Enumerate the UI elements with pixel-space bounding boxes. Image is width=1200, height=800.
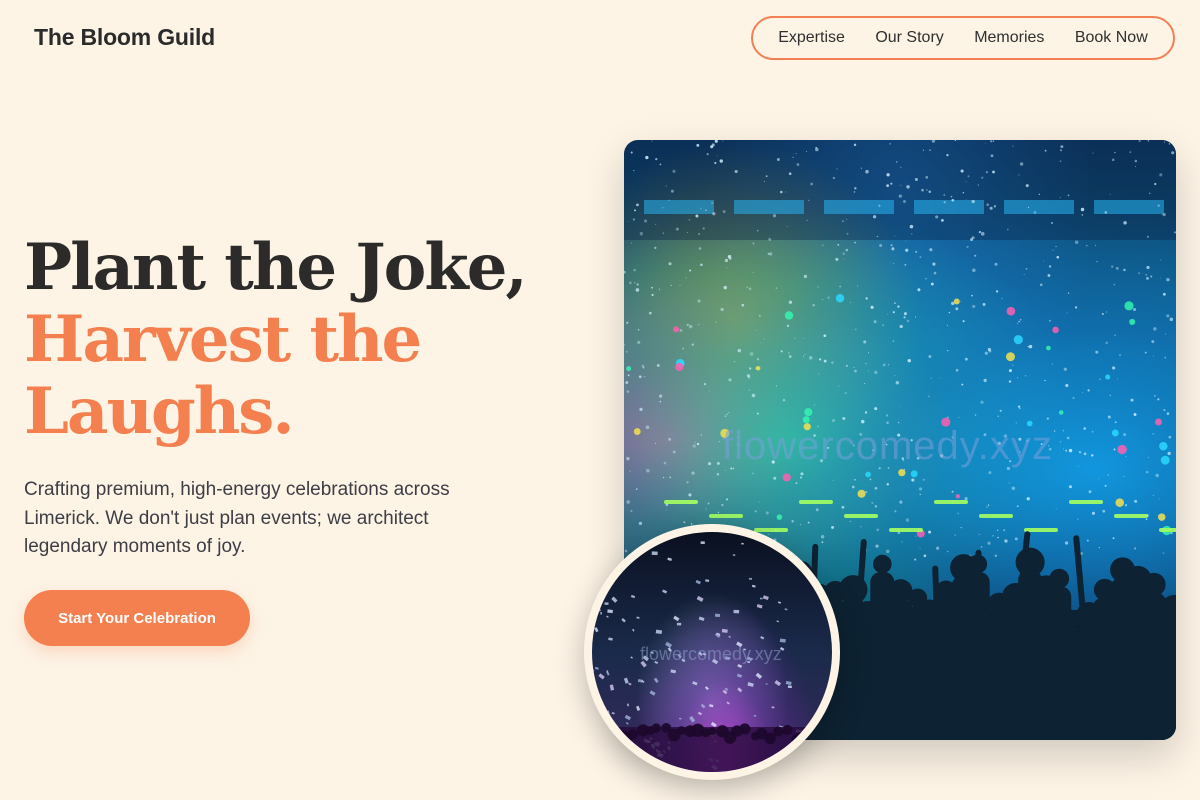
headline-line-2: Harvest the <box>24 302 422 377</box>
hero-subtext: Crafting premium, high-energy celebratio… <box>24 479 450 557</box>
hero-headline: Plant the Joke, Harvest the Laughs. <box>24 232 584 448</box>
main-nav: Expertise Our Story Memories Book Now <box>751 16 1175 60</box>
start-celebration-button[interactable]: Start Your Celebration <box>24 590 250 646</box>
nav-link-memories[interactable]: Memories <box>974 29 1044 47</box>
brand-logo[interactable]: The Bloom Guild <box>34 24 215 51</box>
headline-line-3: Laughs. <box>24 374 295 449</box>
circle-photo-frame: flowercomedy.xyz <box>584 524 840 780</box>
page: The Bloom Guild Expertise Our Story Memo… <box>0 0 1200 800</box>
circle-photo-watermark: flowercomedy.xyz <box>640 644 782 664</box>
nav-link-our-story[interactable]: Our Story <box>875 29 943 47</box>
headline-line-1: Plant the Joke, <box>24 230 528 305</box>
photo-watermark: flowercomedy.xyz <box>722 424 1053 468</box>
confetti-photo: flowercomedy.xyz <box>592 532 832 772</box>
nav-link-expertise[interactable]: Expertise <box>778 29 845 47</box>
nav-link-book-now[interactable]: Book Now <box>1075 29 1148 47</box>
